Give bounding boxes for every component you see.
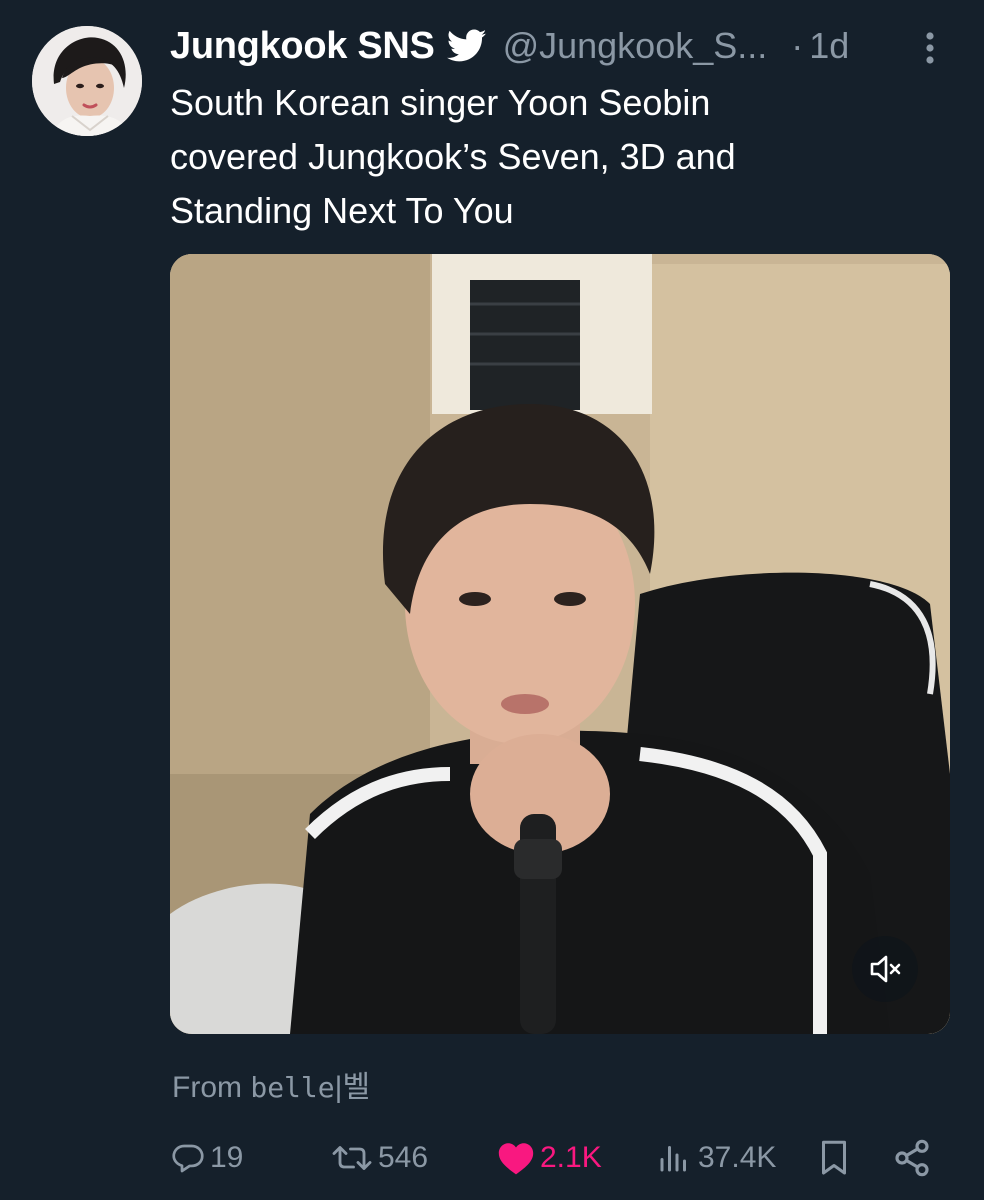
- retweet-icon: [332, 1146, 372, 1170]
- attribution-source-korean: 벨: [342, 1071, 371, 1104]
- retweet-count: 546: [378, 1141, 429, 1174]
- twitter-bird-icon: [446, 29, 487, 63]
- video-frame: [170, 254, 950, 1034]
- retweet-button[interactable]: 546: [330, 1130, 428, 1186]
- like-count: 2.1K: [540, 1141, 602, 1174]
- tweet-actions: 19 546 2.1K 37.4K: [170, 1130, 950, 1186]
- analytics-bars-icon: [660, 1146, 686, 1172]
- media-attribution[interactable]: From belle|벨: [172, 1062, 370, 1106]
- reply-button[interactable]: 19: [170, 1130, 243, 1186]
- author-handle[interactable]: @Jungkook_S...: [503, 25, 768, 67]
- view-count: 37.4K: [698, 1141, 777, 1174]
- more-options-icon[interactable]: [920, 28, 940, 68]
- meta-separator: ·: [791, 25, 804, 66]
- tweet-header: Jungkook SNS @Jungkook_S... · 1d: [170, 22, 960, 70]
- tweet-text-line: South Korean singer Yoon Seobin: [170, 82, 711, 123]
- mute-button[interactable]: [852, 936, 918, 1002]
- attribution-source: belle: [250, 1071, 335, 1104]
- tweet-text-line: Standing Next To You: [170, 190, 514, 231]
- tweet-text: South Korean singer Yoon Seobin covered …: [170, 76, 930, 238]
- bookmark-button[interactable]: [816, 1130, 852, 1186]
- volume-muted-icon: [870, 955, 901, 983]
- tweet: Jungkook SNS @Jungkook_S... · 1d South K…: [0, 0, 984, 1200]
- share-button[interactable]: [892, 1130, 932, 1186]
- tweet-video[interactable]: [170, 254, 950, 1034]
- display-name[interactable]: Jungkook SNS: [170, 25, 435, 68]
- reply-icon: [172, 1144, 204, 1173]
- like-button[interactable]: 2.1K: [496, 1130, 602, 1186]
- reply-count: 19: [210, 1141, 244, 1174]
- bookmark-icon: [822, 1140, 846, 1175]
- attribution-prefix: From: [172, 1071, 242, 1104]
- tweet-timestamp[interactable]: 1d: [809, 25, 849, 67]
- avatar[interactable]: [32, 26, 142, 136]
- tweet-text-line: covered Jungkook’s Seven, 3D and: [170, 136, 736, 177]
- share-icon: [895, 1139, 929, 1177]
- avatar-image: [32, 26, 142, 136]
- views-button[interactable]: 37.4K: [654, 1130, 776, 1186]
- heart-filled-icon: [498, 1143, 534, 1175]
